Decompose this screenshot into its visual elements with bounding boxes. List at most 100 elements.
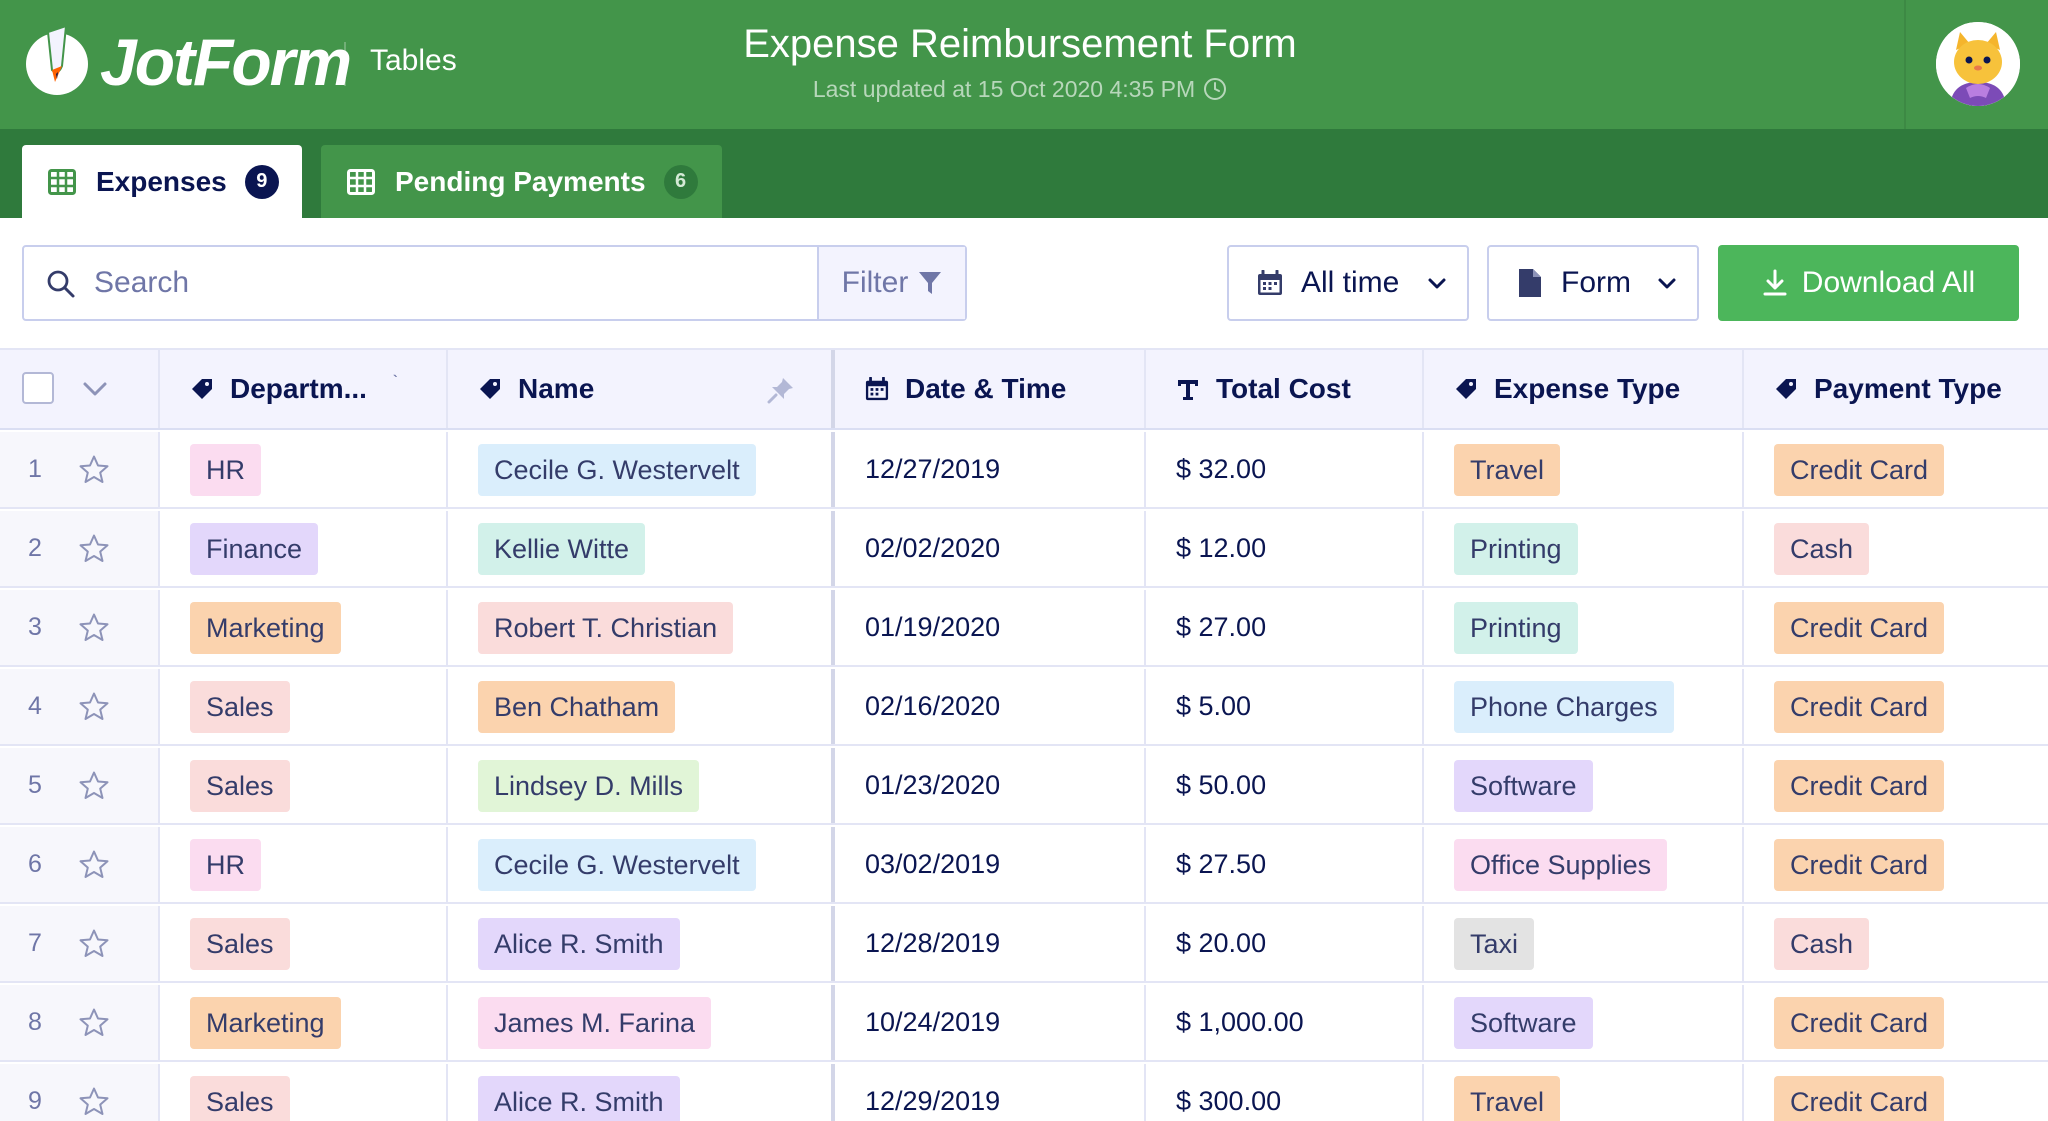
column-header-date-time[interactable]: Date & Time [835, 350, 1146, 428]
payment-type-tag: Cash [1774, 522, 1870, 575]
name-cell[interactable]: Alice R. Smith [448, 906, 835, 981]
name-cell[interactable]: Alice R. Smith [448, 1064, 835, 1121]
table-row[interactable]: 2 Finance Kellie Witte 02/02/2020 $ 12.00 Pri… [0, 511, 2048, 588]
expense-type-cell[interactable]: Printing [1424, 511, 1744, 586]
star-icon[interactable] [78, 1007, 110, 1046]
chevron-down-icon[interactable] [82, 380, 108, 398]
filter-funnel-icon [919, 272, 942, 294]
row-number-cell: 5 [0, 748, 160, 823]
payment-type-tag: Credit Card [1774, 443, 1945, 496]
payment-type-cell[interactable]: Credit Card [1744, 432, 2048, 507]
table-row[interactable]: 8 Marketing James M. Farina 10/24/2019 $ 1,0… [0, 985, 2048, 1062]
table-row[interactable]: 9 Sales Alice R. Smith 12/29/2019 $ 300.00 Tr… [0, 1064, 2048, 1121]
star-icon[interactable] [78, 612, 110, 651]
department-cell[interactable]: Sales [160, 1064, 448, 1121]
name-cell[interactable]: Kellie Witte [448, 511, 835, 586]
payment-type-cell[interactable]: Credit Card [1744, 827, 2048, 902]
date-cell[interactable]: 12/28/2019 [835, 906, 1146, 981]
table-row[interactable]: 6 HR Cecile G. Westervelt 03/02/2019 $ 27.50… [0, 827, 2048, 904]
cost-cell[interactable]: $ 32.00 [1146, 432, 1424, 507]
expense-type-cell[interactable]: Taxi [1424, 906, 1744, 981]
column-header-total-cost[interactable]: Total Cost [1146, 350, 1424, 428]
department-cell[interactable]: HR [160, 432, 448, 507]
department-cell[interactable]: Marketing [160, 985, 448, 1060]
star-icon[interactable] [78, 691, 110, 730]
cost-cell[interactable]: $ 12.00 [1146, 511, 1424, 586]
name-cell[interactable]: Cecile G. Westervelt [448, 432, 835, 507]
column-header-name[interactable]: Name [448, 350, 835, 428]
cost-cell[interactable]: $ 27.00 [1146, 590, 1424, 665]
column-header-payment-type[interactable]: Payment Type [1744, 350, 2048, 428]
star-icon[interactable] [78, 849, 110, 888]
table-row[interactable]: 7 Sales Alice R. Smith 12/28/2019 $ 20.00 Tax… [0, 906, 2048, 983]
payment-type-cell[interactable]: Cash [1744, 511, 2048, 586]
jotform-logo-icon[interactable] [22, 24, 92, 96]
star-icon[interactable] [78, 928, 110, 967]
filter-button[interactable]: Filter [817, 247, 965, 319]
table-row[interactable]: 1 HR Cecile G. Westervelt 12/27/2019 $ 32.00… [0, 432, 2048, 509]
column-header-expense-type[interactable]: Expense Type [1424, 350, 1744, 428]
expense-type-cell[interactable]: Printing [1424, 590, 1744, 665]
name-cell[interactable]: Ben Chatham [448, 669, 835, 744]
payment-type-cell[interactable]: Credit Card [1744, 748, 2048, 823]
name-cell[interactable]: James M. Farina [448, 985, 835, 1060]
payment-type-cell[interactable]: Credit Card [1744, 985, 2048, 1060]
date-cell[interactable]: 03/02/2019 [835, 827, 1146, 902]
expense-type-cell[interactable]: Software [1424, 748, 1744, 823]
cost-cell[interactable]: $ 27.50 [1146, 827, 1424, 902]
table-row[interactable]: 4 Sales Ben Chatham 02/16/2020 $ 5.00 Phone C… [0, 669, 2048, 746]
payment-type-cell[interactable]: Credit Card [1744, 590, 2048, 665]
star-icon[interactable] [78, 770, 110, 809]
department-cell[interactable]: Finance [160, 511, 448, 586]
date-cell[interactable]: 12/29/2019 [835, 1064, 1146, 1121]
star-icon[interactable] [78, 533, 110, 572]
date-cell[interactable]: 12/27/2019 [835, 432, 1146, 507]
page-title[interactable]: Expense Reimbursement Form [600, 22, 1440, 67]
expense-type-cell[interactable]: Software [1424, 985, 1744, 1060]
name-tag: Lindsey D. Mills [478, 759, 700, 812]
cost-cell[interactable]: $ 300.00 [1146, 1064, 1424, 1121]
star-icon[interactable] [78, 1086, 110, 1121]
table-row[interactable]: 5 Sales Lindsey D. Mills 01/23/2020 $ 50.00 S… [0, 748, 2048, 825]
date-cell[interactable]: 10/24/2019 [835, 985, 1146, 1060]
date-cell[interactable]: 01/23/2020 [835, 748, 1146, 823]
avatar[interactable] [1936, 22, 2020, 106]
date-range-dropdown[interactable]: All time [1227, 245, 1469, 321]
cost-cell[interactable]: $ 5.00 [1146, 669, 1424, 744]
date-cell[interactable]: 02/02/2020 [835, 511, 1146, 586]
search-input[interactable] [94, 263, 814, 303]
expense-type-cell[interactable]: Phone Charges [1424, 669, 1744, 744]
expense-type-cell[interactable]: Office Supplies [1424, 827, 1744, 902]
cost-cell[interactable]: $ 20.00 [1146, 906, 1424, 981]
department-cell[interactable]: Sales [160, 906, 448, 981]
department-cell[interactable]: Marketing [160, 590, 448, 665]
sort-indicator-icon[interactable]: ` [393, 372, 398, 388]
name-cell[interactable]: Robert T. Christian [448, 590, 835, 665]
select-all-checkbox[interactable] [22, 372, 54, 404]
download-all-button[interactable]: Download All [1718, 245, 2019, 321]
date-cell[interactable]: 01/19/2020 [835, 590, 1146, 665]
column-header-department[interactable]: Departm... ` [160, 350, 448, 428]
form-dropdown[interactable]: Form [1487, 245, 1699, 321]
tag-icon [1454, 377, 1478, 401]
star-icon[interactable] [78, 454, 110, 493]
payment-type-cell[interactable]: Cash [1744, 906, 2048, 981]
name-tag: Robert T. Christian [478, 601, 734, 654]
expense-type-cell[interactable]: Travel [1424, 1064, 1744, 1121]
table-row[interactable]: 3 Marketing Robert T. Christian 01/19/2020 $… [0, 590, 2048, 667]
department-cell[interactable]: HR [160, 827, 448, 902]
cost-cell[interactable]: $ 1,000.00 [1146, 985, 1424, 1060]
department-cell[interactable]: Sales [160, 669, 448, 744]
name-cell[interactable]: Cecile G. Westervelt [448, 827, 835, 902]
pin-icon[interactable] [767, 376, 795, 404]
payment-type-cell[interactable]: Credit Card [1744, 669, 2048, 744]
brand-name[interactable]: JotForm [100, 26, 352, 98]
cost-cell[interactable]: $ 50.00 [1146, 748, 1424, 823]
date-cell[interactable]: 02/16/2020 [835, 669, 1146, 744]
tab-pending-payments[interactable]: Pending Payments 6 [321, 145, 722, 218]
name-cell[interactable]: Lindsey D. Mills [448, 748, 835, 823]
expense-type-cell[interactable]: Travel [1424, 432, 1744, 507]
payment-type-cell[interactable]: Credit Card [1744, 1064, 2048, 1121]
tab-expenses[interactable]: Expenses 9 [22, 145, 302, 218]
department-cell[interactable]: Sales [160, 748, 448, 823]
